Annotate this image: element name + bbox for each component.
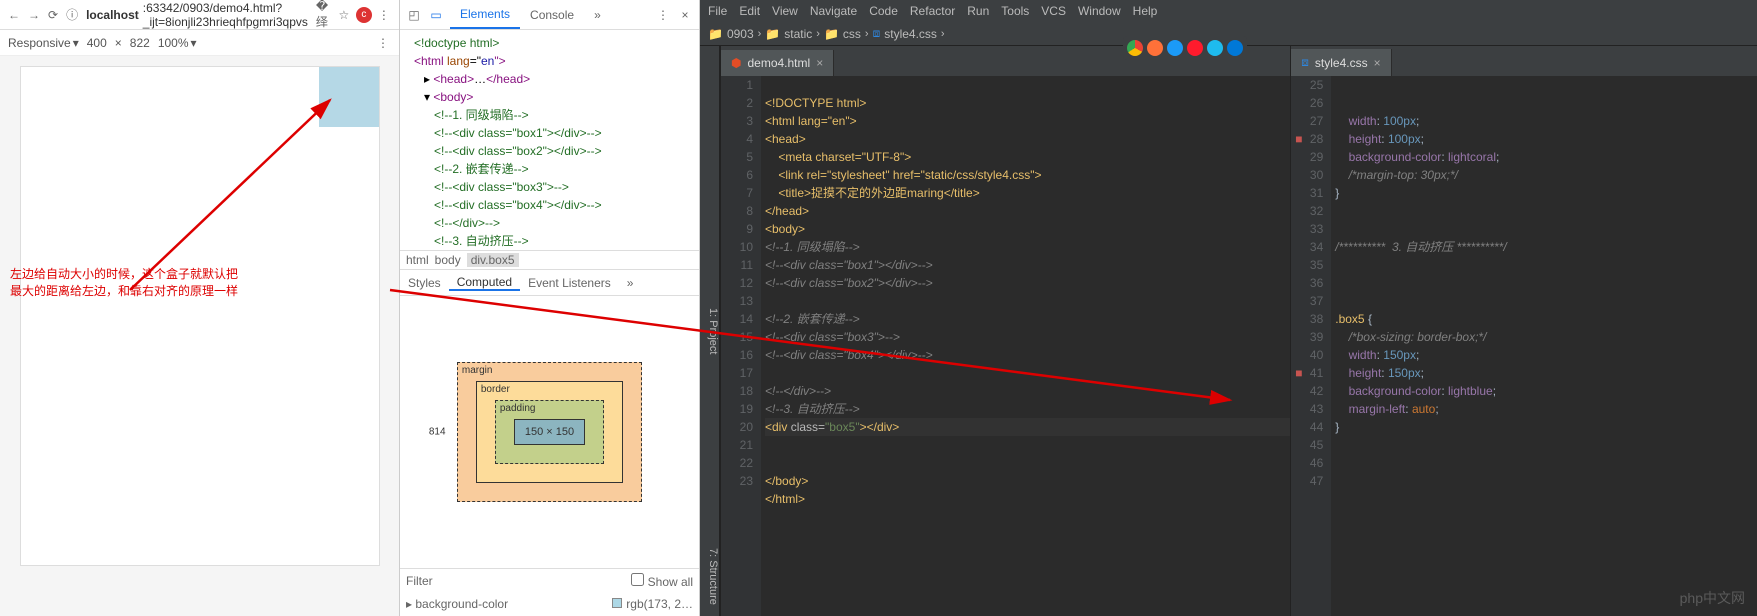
folder-icon: 📁 [824,27,839,41]
device-select[interactable]: Responsive ▾ [8,36,79,50]
viewport: 左边给自动大小的时候，这个盒子就默认把 最大的距离给左边，和靠右对齐的原理一样 [0,56,399,616]
menu-view[interactable]: View [772,4,798,18]
browser-icons-toolbar[interactable] [1123,36,1247,60]
sidebar-project[interactable]: 1: Project [700,46,720,616]
code-html[interactable]: <!DOCTYPE html> <html lang="en"> <head> … [761,76,1290,616]
menu-vcs[interactable]: VCS [1041,4,1066,18]
close-icon[interactable]: × [1374,56,1381,70]
chrome-icon[interactable] [1127,40,1143,56]
color-swatch [612,598,622,608]
html-icon: ⬢ [731,56,741,70]
profile-avatar[interactable]: c [356,7,372,23]
responsive-toolbar: Responsive ▾ 400 × 822 100% ▾ ⋮ [0,30,399,56]
rendered-page [20,66,380,566]
url-input[interactable]: localhost :63342/0903/demo4.html?_ijt=8io… [86,1,308,29]
tab-computed[interactable]: Computed [449,275,520,291]
url-host: localhost [86,8,139,22]
close-icon[interactable]: × [677,7,693,23]
watermark: php中文网 [1680,588,1745,608]
tab-more[interactable]: » [584,0,611,29]
firefox-icon[interactable] [1147,40,1163,56]
tab-style4-css[interactable]: ⧈ style4.css × [1291,49,1391,76]
styles-tabs: Styles Computed Event Listeners » [400,270,699,296]
filter-input[interactable]: Filter [406,574,433,588]
back-icon[interactable]: ← [8,7,20,23]
editor-pane-css: ⧈ style4.css × 2526272829303132333435363… [1290,46,1757,616]
safari-icon[interactable] [1167,40,1183,56]
breadcrumb[interactable]: html body div.box5 [400,250,699,270]
tab-event-listeners[interactable]: Event Listeners [520,276,619,290]
editor-pane-html: ⬢ demo4.html × 1234567891011121314151617… [720,46,1290,616]
device-icon[interactable]: ▭ [428,7,444,23]
tab-console[interactable]: Console [520,0,584,29]
filter-row: Filter Show all [400,568,699,592]
menu-edit[interactable]: Edit [739,4,760,18]
gutter-marker-icon: ■ [1295,364,1302,382]
menu-refactor[interactable]: Refactor [910,4,955,18]
more-icon[interactable]: ⋮ [376,7,392,23]
translate-icon[interactable]: �绎 [316,7,332,23]
inspect-icon[interactable]: ◰ [406,7,422,23]
reload-icon[interactable]: ⟳ [48,7,58,23]
address-bar: ← → ⟳ ⓘ localhost :63342/0903/demo4.html?… [0,0,399,30]
menu-help[interactable]: Help [1133,4,1158,18]
menu-code[interactable]: Code [869,4,898,18]
width-input[interactable]: 400 [87,36,107,50]
ide-window: File Edit View Navigate Code Refactor Ru… [700,0,1757,616]
computed-property-row[interactable]: ▸ background-color rgb(173, 2… [400,592,699,616]
box-model-diagram: 814 margin border padding 150 × 150 [400,296,699,568]
css-icon: ⧈ [1301,55,1309,70]
sidebar-structure[interactable]: 7: Structure [700,536,720,616]
tab-demo4-html[interactable]: ⬢ demo4.html × [721,50,834,76]
close-icon[interactable]: × [816,56,823,70]
more-icon[interactable]: ⋮ [655,7,671,23]
tab-elements[interactable]: Elements [450,0,520,29]
folder-icon: 📁 [708,27,723,41]
devtools-toolbar: ◰ ▭ Elements Console » ⋮ × [400,0,699,30]
menu-run[interactable]: Run [967,4,989,18]
menu-tools[interactable]: Tools [1001,4,1029,18]
css-icon: ⧈ [873,26,881,41]
info-icon[interactable]: ⓘ [66,7,78,23]
show-all-checkbox[interactable]: Show all [631,573,693,589]
tab-more[interactable]: » [619,276,642,290]
gutter-css: 2526272829303132333435363738394041424344… [1291,76,1331,616]
folder-icon: 📁 [765,27,780,41]
url-path: :63342/0903/demo4.html?_ijt=8ionjli23hri… [143,1,308,29]
more-icon[interactable]: ⋮ [375,35,391,51]
code-css[interactable]: width: 100px; height: 100px; background-… [1331,76,1757,616]
devtools-panel: ◰ ▭ Elements Console » ⋮ × <!doctype htm… [400,0,700,616]
annotation-text: 左边给自动大小的时候，这个盒子就默认把 最大的距离给左边，和靠右对齐的原理一样 [10,266,238,300]
zoom-select[interactable]: 100% ▾ [158,36,197,50]
menu-window[interactable]: Window [1078,4,1121,18]
box5-element [319,67,379,127]
gutter-marker-icon: ■ [1295,130,1302,148]
tab-styles[interactable]: Styles [400,276,449,290]
star-icon[interactable]: ☆ [336,7,352,23]
edge-icon[interactable] [1227,40,1243,56]
opera-icon[interactable] [1187,40,1203,56]
forward-icon[interactable]: → [28,7,40,23]
ie-icon[interactable] [1207,40,1223,56]
menu-file[interactable]: File [708,4,727,18]
chrome-browser: ← → ⟳ ⓘ localhost :63342/0903/demo4.html?… [0,0,400,616]
menu-navigate[interactable]: Navigate [810,4,857,18]
height-input[interactable]: 822 [130,36,150,50]
dim-sep: × [115,36,122,50]
gutter-html: 1234567891011121314151617181920212223 [721,76,761,616]
ide-menu-bar: File Edit View Navigate Code Refactor Ru… [700,0,1757,22]
dom-tree[interactable]: <!doctype html> <html lang="en"> ▸ <head… [400,30,699,250]
